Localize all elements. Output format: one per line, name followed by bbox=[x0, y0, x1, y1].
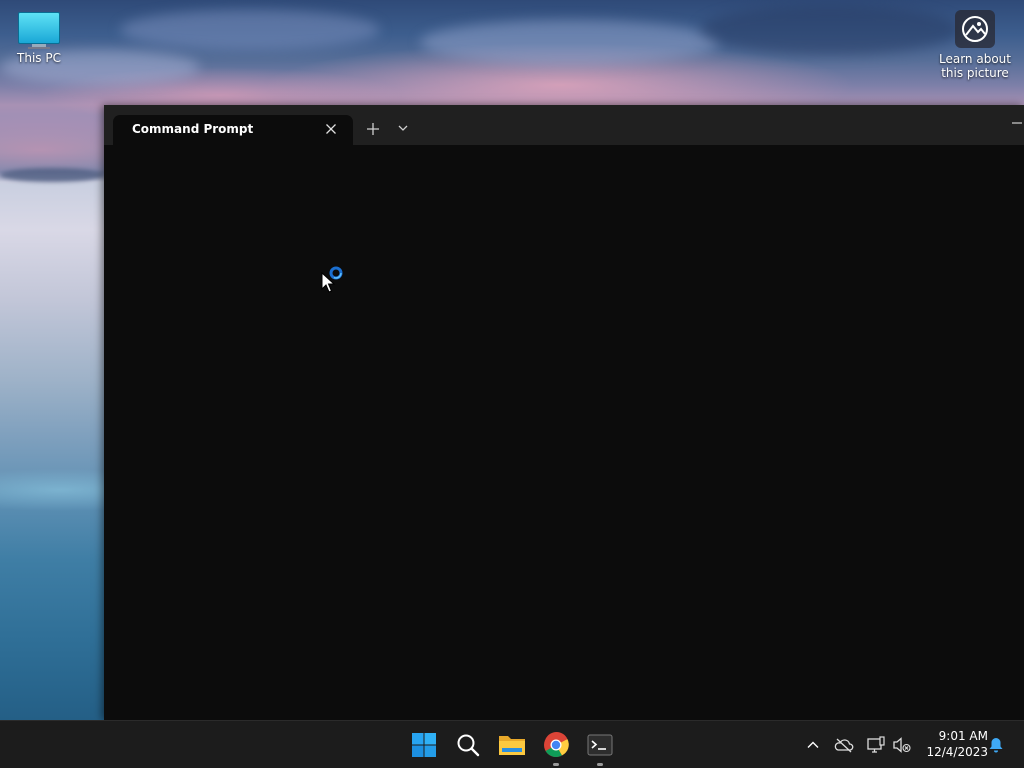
terminal-icon bbox=[587, 734, 613, 756]
volume-muted-icon[interactable] bbox=[892, 735, 912, 755]
wallpaper-cloud bbox=[120, 10, 380, 50]
wallpaper-mountain bbox=[0, 168, 104, 182]
terminal-button[interactable] bbox=[584, 729, 616, 766]
plus-icon[interactable] bbox=[363, 119, 383, 139]
tab-command-prompt[interactable]: Command Prompt bbox=[113, 115, 353, 145]
running-indicator bbox=[553, 763, 559, 766]
chevron-down-icon[interactable] bbox=[394, 119, 412, 137]
taskbar: 9:01 AM 12/4/2023 bbox=[0, 720, 1024, 768]
busy-cursor-icon bbox=[321, 265, 347, 295]
search-icon bbox=[457, 734, 480, 757]
clock-date: 12/4/2023 bbox=[926, 745, 988, 759]
this-pc-desktop-icon[interactable]: This PC bbox=[8, 8, 70, 65]
wallpaper-cloud bbox=[700, 5, 960, 55]
learn-about-picture-label: Learn about this picture bbox=[939, 52, 1011, 80]
monitor-base bbox=[28, 47, 50, 49]
notification-bell-icon[interactable] bbox=[986, 735, 1006, 755]
clock-time: 9:01 AM bbox=[938, 729, 988, 743]
desktop-wallpaper: This PC Learn about this picture Command… bbox=[0, 0, 1024, 768]
monitor-icon bbox=[18, 12, 60, 44]
clock[interactable]: 9:01 AM 12/4/2023 bbox=[918, 728, 988, 760]
terminal-titlebar[interactable]: Command Prompt bbox=[104, 105, 1024, 145]
windows-logo-icon bbox=[412, 733, 436, 757]
file-explorer-button[interactable] bbox=[496, 729, 528, 761]
console-area[interactable] bbox=[104, 145, 1024, 720]
this-pc-label: This PC bbox=[17, 51, 61, 65]
folder-icon bbox=[499, 736, 525, 755]
close-icon[interactable] bbox=[323, 121, 339, 137]
tab-title: Command Prompt bbox=[132, 122, 254, 136]
network-icon[interactable] bbox=[866, 735, 886, 755]
chevron-up-icon[interactable] bbox=[803, 735, 823, 755]
start-button[interactable] bbox=[408, 729, 440, 761]
chrome-button[interactable] bbox=[540, 729, 572, 766]
minimize-icon[interactable] bbox=[1004, 117, 1024, 135]
wallpaper-cloud bbox=[420, 20, 720, 65]
search-button[interactable] bbox=[452, 729, 484, 761]
spotlight-camera-icon bbox=[955, 10, 995, 48]
chrome-icon bbox=[544, 732, 569, 758]
terminal-window[interactable]: Command Prompt bbox=[104, 105, 1024, 720]
onedrive-offline-icon[interactable] bbox=[834, 735, 854, 755]
learn-about-picture-desktop-icon[interactable]: Learn about this picture bbox=[936, 10, 1014, 80]
running-indicator bbox=[597, 763, 603, 766]
